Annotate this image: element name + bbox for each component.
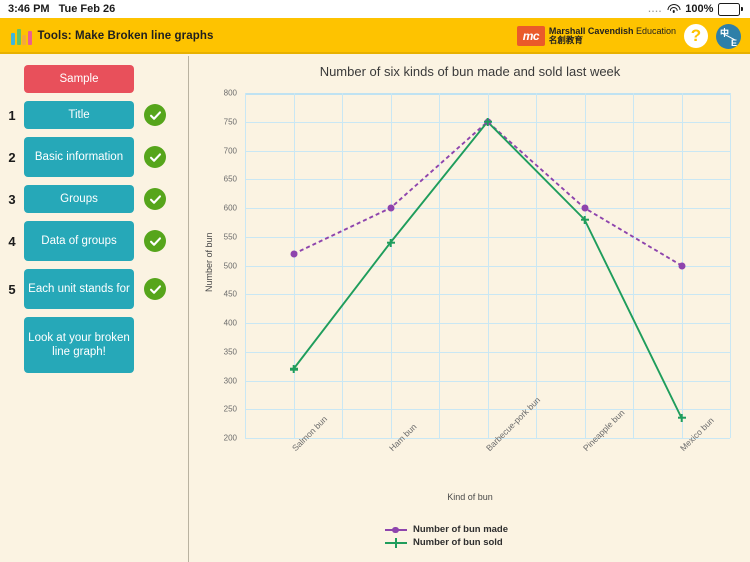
- help-question-icon[interactable]: ?: [684, 24, 708, 48]
- status-bar: 3:46 PM Tue Feb 26 .... 100%: [0, 0, 750, 18]
- data-point-marker: [581, 204, 588, 212]
- line-chart-plot: 800 750 700 650 600 550 500 450 400 350 300 250 200 N…: [190, 56, 750, 562]
- sidebar: Sample 1 Title 2 Basic information 3 Groups 4 D…: [0, 56, 189, 562]
- data-point-marker-v: [680, 413, 683, 422]
- series-line-1: [292, 120, 683, 419]
- data-point-marker: [290, 250, 297, 258]
- series-line-0: [293, 120, 682, 267]
- check-circle-icon: [144, 146, 166, 168]
- sidebar-row-step-3: 3 Groups: [0, 185, 188, 213]
- check-circle-icon: [144, 230, 166, 252]
- step-button-1[interactable]: Title: [24, 101, 134, 129]
- wifi-icon: [667, 3, 681, 15]
- language-toggle-icon[interactable]: 中 E: [716, 23, 741, 49]
- battery-percent: 100%: [685, 3, 714, 15]
- legend-label: Number of bun sold: [413, 537, 503, 548]
- step-button-2[interactable]: Basic information: [24, 137, 134, 177]
- data-point-marker-v: [583, 215, 586, 224]
- sidebar-row-step-5: 5 Each unit stands for: [0, 269, 188, 309]
- step-number: 5: [8, 281, 16, 297]
- legend-item-0: Number of bun made: [385, 523, 508, 536]
- step-button-4[interactable]: Data of groups: [24, 221, 134, 261]
- legend-marker-icon: [385, 525, 407, 535]
- app-root: 3:46 PM Tue Feb 26 .... 100% Tools: Make…: [0, 0, 750, 562]
- legend-item-1: Number of bun sold: [385, 536, 508, 549]
- sidebar-row-step-1: 1 Title: [0, 101, 188, 129]
- data-point-marker-v: [389, 238, 392, 247]
- data-point-marker-v: [292, 365, 295, 373]
- bar-chart-logo-icon: [11, 28, 32, 45]
- publisher-badge: mc: [516, 26, 545, 46]
- step-button-3[interactable]: Groups: [24, 185, 134, 213]
- data-point-marker: [387, 204, 394, 212]
- language-en-label: E: [730, 37, 737, 48]
- step-number: 4: [8, 233, 16, 249]
- legend-label: Number of bun made: [413, 524, 509, 535]
- sample-button[interactable]: Sample: [24, 65, 134, 93]
- chart-legend: Number of bun made Number of bun sold: [385, 523, 508, 549]
- sidebar-row-final: Look at your broken line graph!: [0, 317, 188, 373]
- status-bar-right: .... 100%: [648, 2, 750, 16]
- publisher-name-cn: 名創教育: [548, 35, 583, 46]
- series-lines: [292, 120, 683, 419]
- sidebar-steps: 1 Title 2 Basic information 3 Groups 4 Data of …: [0, 101, 188, 309]
- data-point-marker-v: [486, 117, 489, 126]
- signal-dots-icon: ....: [648, 4, 663, 14]
- step-number: 1: [8, 107, 16, 123]
- check-circle-icon: [144, 104, 166, 126]
- look-at-graph-button[interactable]: Look at your broken line graph!: [24, 317, 134, 373]
- step-number: 2: [8, 149, 16, 165]
- check-circle-icon: [144, 188, 166, 210]
- battery-full-icon: [718, 2, 743, 16]
- chart-panel: Number of six kinds of bun made and sold…: [190, 56, 750, 562]
- status-bar-left: 3:46 PM Tue Feb 26: [0, 3, 115, 15]
- publisher-logo: mc Marshall Cavendish Education 名創教育: [516, 26, 676, 46]
- step-button-5[interactable]: Each unit stands for: [24, 269, 134, 309]
- page-title: Tools: Make Broken line graphs: [37, 30, 214, 42]
- sidebar-row-sample: Sample: [0, 65, 188, 93]
- status-date: Tue Feb 26: [58, 3, 116, 15]
- app-header-right: mc Marshall Cavendish Education 名創教育 ? 中…: [516, 23, 750, 49]
- status-time: 3:46 PM: [8, 3, 50, 15]
- check-circle-icon: [144, 278, 166, 300]
- legend-marker-icon: [385, 537, 407, 548]
- step-number: 3: [8, 191, 16, 207]
- sidebar-row-step-2: 2 Basic information: [0, 137, 188, 177]
- data-point-marker: [678, 262, 685, 269]
- app-header: Tools: Make Broken line graphs mc Marsha…: [0, 18, 750, 54]
- publisher-text: Marshall Cavendish Education 名創教育: [548, 26, 676, 46]
- sidebar-row-step-4: 4 Data of groups: [0, 221, 188, 261]
